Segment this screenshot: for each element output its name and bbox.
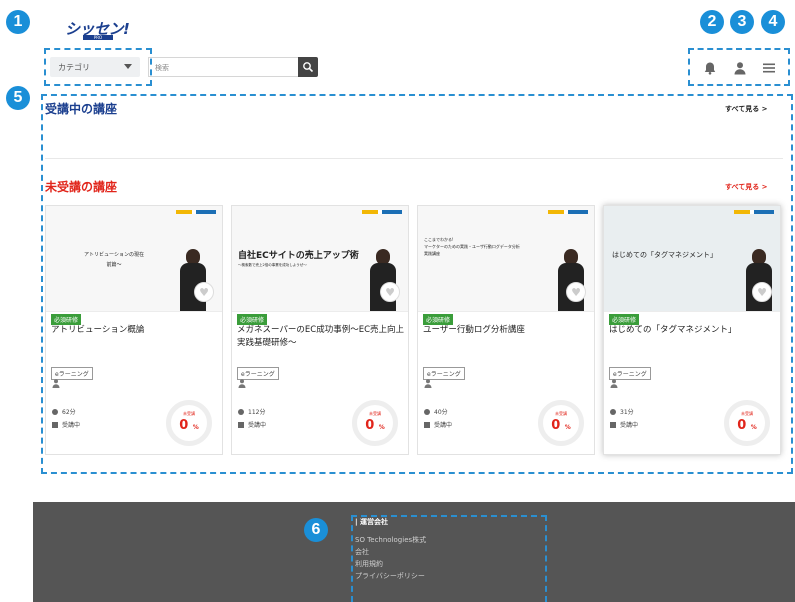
course-card[interactable]: 自社ECサイトの売上アップ術 〜検索数で売上2倍の事業を成功しようぜ〜 ♥ 必須… <box>231 205 409 455</box>
progress-ring: 未受講 0 % <box>538 400 584 446</box>
heart-icon: ♥ <box>199 286 209 299</box>
user-icon <box>238 379 246 388</box>
duration: 62分 <box>52 407 76 416</box>
favorite-button[interactable]: ♥ <box>380 282 400 302</box>
callout-4: 4 <box>761 10 785 34</box>
clock-icon <box>238 409 244 415</box>
progress-ring: 未受講 0 % <box>352 400 398 446</box>
progress-value: 0 % <box>179 418 199 433</box>
search-input[interactable]: 検索 <box>148 57 298 77</box>
not-started-title: 未受講の講座 <box>45 180 118 194</box>
section-divider <box>45 158 783 159</box>
duration-value: 31分 <box>620 409 634 416</box>
calendar-icon <box>238 422 244 428</box>
status: 受講中 <box>610 420 638 429</box>
progress-ring: 未受講 0 % <box>166 400 212 446</box>
favorite-button[interactable]: ♥ <box>566 282 586 302</box>
user-icon[interactable] <box>733 61 747 75</box>
progress-value: 0 % <box>365 418 385 433</box>
course-title[interactable]: はじめての「タグマネジメント」 <box>609 324 777 337</box>
progress-ring: 未受講 0 % <box>724 400 770 446</box>
footer: | 運営会社 SO Technologies株式会社 利用規約 プライバシーポリ… <box>33 502 795 602</box>
logo[interactable]: シッセン! PRO <box>65 18 133 40</box>
user-icon <box>52 379 60 388</box>
footer-link-terms[interactable]: 利用規約 <box>355 558 433 570</box>
callout-2: 2 <box>700 10 724 34</box>
status-value: 受講中 <box>434 422 453 429</box>
search-button[interactable] <box>298 57 318 77</box>
course-title[interactable]: ユーザー行動ログ分析講座 <box>423 324 591 337</box>
progress-label: 未受講 <box>555 411 567 416</box>
header: シッセン! PRO カテゴリ 検索 <box>33 0 795 86</box>
favorite-button[interactable]: ♥ <box>194 282 214 302</box>
brand-strip <box>734 210 774 214</box>
duration: 31分 <box>610 407 634 416</box>
heart-icon: ♥ <box>571 286 581 299</box>
user-icon <box>610 379 618 388</box>
in-progress-title: 受講中の講座 <box>45 102 118 116</box>
duration-value: 62分 <box>62 409 76 416</box>
status: 受講中 <box>424 420 452 429</box>
status: 受講中 <box>238 420 266 429</box>
course-card[interactable]: はじめての「タグマネジメント」 ♥ 必須研修 はじめての「タグマネジメント」 e… <box>603 205 781 455</box>
clock-icon <box>52 409 58 415</box>
category-dropdown[interactable]: カテゴリ <box>50 57 140 77</box>
category-label: カテゴリ <box>58 63 90 72</box>
see-all-not-started-link[interactable]: すべて見る > <box>725 182 768 192</box>
heart-icon: ♥ <box>385 286 395 299</box>
progress-label: 未受講 <box>741 411 753 416</box>
see-all-in-progress-link[interactable]: すべて見る > <box>725 104 768 114</box>
duration-value: 112分 <box>248 409 266 416</box>
clock-icon <box>610 409 616 415</box>
footer-company: | 運営会社 SO Technologies株式会社 利用規約 プライバシーポリ… <box>355 516 433 582</box>
brand-strip <box>548 210 588 214</box>
footer-heading: | 運営会社 <box>355 518 388 526</box>
calendar-icon <box>610 422 616 428</box>
clock-icon <box>424 409 430 415</box>
menu-icon[interactable] <box>762 61 776 75</box>
progress-value: 0 % <box>737 418 757 433</box>
course-thumbnail: 自社ECサイトの売上アップ術 〜検索数で売上2倍の事業を成功しようぜ〜 ♥ <box>232 206 408 312</box>
heart-icon: ♥ <box>757 286 767 299</box>
callout-3: 3 <box>730 10 754 34</box>
status-value: 受講中 <box>62 422 81 429</box>
search-icon <box>303 62 314 73</box>
status-value: 受講中 <box>620 422 639 429</box>
callout-6: 6 <box>304 518 328 542</box>
user-icon <box>424 379 432 388</box>
course-thumbnail: はじめての「タグマネジメント」 ♥ <box>604 206 780 312</box>
footer-link-privacy[interactable]: プライバシーポリシー <box>355 570 433 582</box>
duration: 112分 <box>238 407 265 416</box>
status-value: 受講中 <box>248 422 267 429</box>
logo-sub: PRO <box>83 35 113 40</box>
calendar-icon <box>52 422 58 428</box>
bell-icon[interactable] <box>703 61 717 75</box>
chevron-down-icon <box>124 64 132 69</box>
duration: 40分 <box>424 407 448 416</box>
brand-strip <box>176 210 216 214</box>
footer-link-company[interactable]: SO Technologies株式会社 <box>355 534 433 558</box>
course-thumbnail: ここまでわかる! マーケターのための実践・ユーザ行動ログデータ分析 実践講座 ♥ <box>418 206 594 312</box>
progress-label: 未受講 <box>369 411 381 416</box>
callout-1: 1 <box>6 10 30 34</box>
course-card[interactable]: アトリビューションの現在 前篇〜 ♥ 必須研修 アトリビューション概論 eラーニ… <box>45 205 223 455</box>
course-title[interactable]: メガネスーパーのEC成功事例〜EC売上向上実践基礎研修〜 <box>237 324 405 350</box>
duration-value: 40分 <box>434 409 448 416</box>
status: 受講中 <box>52 420 80 429</box>
brand-strip <box>362 210 402 214</box>
course-title[interactable]: アトリビューション概論 <box>51 324 219 337</box>
progress-value: 0 % <box>551 418 571 433</box>
callout-5: 5 <box>6 86 30 110</box>
progress-label: 未受講 <box>183 411 195 416</box>
course-card[interactable]: ここまでわかる! マーケターのための実践・ユーザ行動ログデータ分析 実践講座 ♥… <box>417 205 595 455</box>
favorite-button[interactable]: ♥ <box>752 282 772 302</box>
course-thumbnail: アトリビューションの現在 前篇〜 ♥ <box>46 206 222 312</box>
calendar-icon <box>424 422 430 428</box>
